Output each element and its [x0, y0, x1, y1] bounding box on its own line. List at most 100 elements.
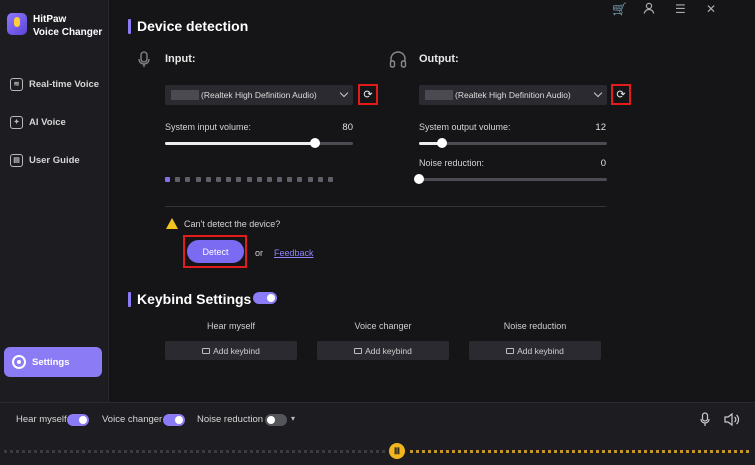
noise-reduction-label: Noise reduction: — [419, 158, 485, 168]
voice-changer-label: Voice changer — [102, 414, 163, 425]
add-keybind-voice-changer-button[interactable]: Add keybind — [317, 341, 449, 360]
section-accent-bar — [128, 292, 131, 307]
chevron-down-icon — [593, 88, 603, 98]
slider-handle[interactable] — [414, 174, 424, 184]
slider-handle[interactable] — [310, 138, 321, 148]
sidebar-item-label: Real-time Voice — [29, 78, 100, 90]
keybind-toggle[interactable] — [253, 292, 277, 304]
keybind-header-noise-reduction: Noise reduction — [503, 321, 567, 331]
divider — [165, 206, 606, 207]
input-device-select[interactable]: (Realtek High Definition Audio) — [165, 85, 353, 105]
microphone-icon — [138, 51, 150, 73]
level-dot — [246, 177, 252, 182]
sidebar-item-real-time-voice[interactable]: ≋ Real-time Voice — [10, 74, 99, 94]
device-name-redacted — [425, 90, 453, 100]
level-dot — [328, 177, 333, 182]
waveform-right — [410, 450, 751, 453]
sidebar-item-label: User Guide — [29, 154, 80, 166]
noise-reduction-value: 0 — [600, 158, 606, 169]
bottom-bar — [0, 402, 755, 465]
level-dot — [175, 177, 181, 182]
sidebar-item-user-guide[interactable]: ▤ User Guide — [10, 150, 80, 170]
menu-icon[interactable]: ☰ — [675, 2, 686, 16]
level-dot — [277, 177, 283, 182]
input-volume-label: System input volume: — [165, 122, 252, 132]
user-icon[interactable] — [643, 2, 655, 17]
input-volume-value: 80 — [342, 122, 353, 133]
app-brand: HitPaw Voice Changer — [33, 13, 102, 39]
level-dot — [256, 177, 262, 182]
keybind-header-voice-changer: Voice changer — [354, 321, 412, 331]
waveform-playhead-icon[interactable]: Ⅲ — [389, 443, 405, 459]
feedback-link[interactable]: Feedback — [274, 248, 314, 258]
settings-label: Settings — [32, 356, 70, 368]
level-dot — [226, 177, 232, 182]
output-volume-value: 12 — [595, 122, 606, 133]
output-volume-label: System output volume: — [419, 122, 511, 132]
brand-line-1: HitPaw — [33, 14, 67, 25]
speaker-icon[interactable] — [724, 412, 740, 432]
microphone-icon[interactable] — [700, 412, 710, 432]
input-level-meter — [165, 177, 333, 182]
sidebar: HitPaw Voice Changer ≋ Real-time Voice ✦… — [0, 0, 109, 402]
book-icon: ▤ — [10, 153, 23, 167]
sidebar-item-ai-voice[interactable]: ✦ AI Voice — [10, 112, 66, 132]
voice-changer-toggle[interactable] — [163, 414, 185, 426]
refresh-icon: ⟳ — [363, 89, 373, 101]
output-volume-slider[interactable] — [419, 138, 607, 148]
level-dot — [215, 177, 221, 182]
hear-myself-toggle[interactable] — [67, 414, 89, 426]
level-dot — [307, 177, 313, 182]
detect-button[interactable]: Detect — [187, 240, 244, 263]
waveform-icon: ≋ — [10, 77, 23, 91]
device-detection-title: Device detection — [137, 18, 249, 34]
level-dot — [185, 177, 191, 182]
or-text: or — [255, 248, 264, 258]
output-device-name: (Realtek High Definition Audio) — [455, 90, 571, 100]
output-refresh-button[interactable]: ⟳ — [611, 84, 631, 105]
level-dot — [195, 177, 201, 182]
keyboard-icon — [506, 347, 515, 354]
noise-reduction-toggle[interactable] — [265, 414, 287, 426]
add-keybind-label: Add keybind — [365, 345, 412, 356]
level-dot — [287, 177, 293, 182]
noise-reduction-slider[interactable] — [414, 174, 607, 184]
level-dot — [317, 177, 323, 182]
close-icon[interactable]: ✕ — [706, 2, 716, 16]
cant-detect-text: Can't detect the device? — [184, 219, 281, 229]
app-logo-icon — [7, 13, 27, 35]
slider-fill — [165, 142, 316, 145]
caret-down-icon[interactable]: ▾ — [291, 414, 295, 423]
cart-icon[interactable]: 🛒 — [612, 2, 627, 16]
hear-myself-label: Hear myself — [16, 414, 67, 425]
app-window: HitPaw Voice Changer ≋ Real-time Voice ✦… — [0, 0, 755, 465]
noise-reduction-label-bottom: Noise reduction — [197, 414, 264, 425]
keybind-settings-title: Keybind Settings — [137, 291, 252, 307]
refresh-icon: ⟳ — [616, 89, 626, 101]
brand-line-2: Voice Changer — [33, 27, 103, 38]
sidebar-item-settings[interactable]: Settings — [4, 347, 102, 377]
waveform-left — [4, 450, 388, 453]
add-keybind-hear-myself-button[interactable]: Add keybind — [165, 341, 297, 360]
input-device-name: (Realtek High Definition Audio) — [201, 90, 317, 100]
headphones-icon — [389, 50, 407, 73]
add-keybind-label: Add keybind — [213, 345, 260, 356]
input-refresh-button[interactable]: ⟳ — [358, 84, 378, 105]
level-dot — [165, 177, 170, 182]
section-accent-bar — [128, 19, 131, 34]
keyboard-icon — [354, 347, 363, 354]
level-dot — [236, 177, 242, 182]
level-dot — [297, 177, 303, 182]
level-dot — [205, 177, 211, 182]
ai-icon: ✦ — [10, 115, 23, 129]
device-name-redacted — [171, 90, 199, 100]
input-volume-slider[interactable] — [165, 138, 353, 148]
slider-handle[interactable] — [436, 138, 447, 148]
output-device-select[interactable]: (Realtek High Definition Audio) — [419, 85, 607, 105]
sidebar-item-label: AI Voice — [29, 116, 66, 128]
detect-highlight: Detect — [183, 235, 247, 268]
gear-icon — [12, 355, 26, 369]
keybind-header-hear-myself: Hear myself — [206, 321, 255, 331]
add-keybind-noise-reduction-button[interactable]: Add keybind — [469, 341, 601, 360]
keyboard-icon — [202, 347, 211, 354]
